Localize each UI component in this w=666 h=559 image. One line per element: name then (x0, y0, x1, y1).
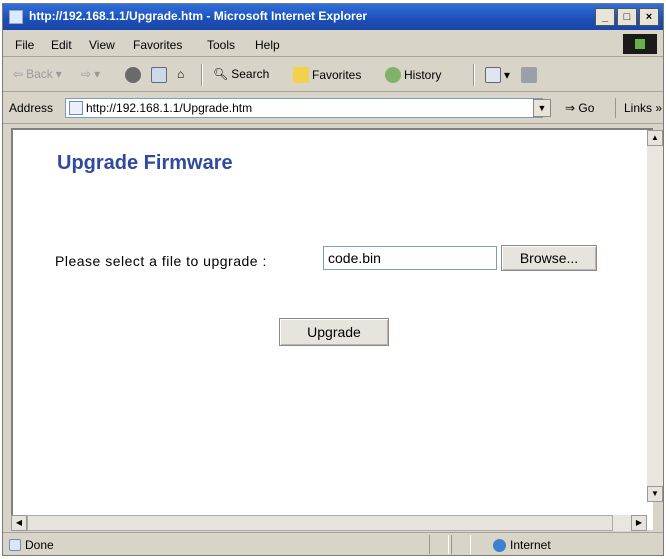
status-panel (429, 535, 449, 554)
home-icon: ⌂ (177, 67, 185, 81)
page-title: Upgrade Firmware (57, 152, 233, 174)
refresh-button[interactable] (151, 67, 167, 83)
forward-button[interactable]: ⇨ ▾ (81, 67, 100, 81)
internet-globe-icon (493, 538, 506, 552)
status-text: Done (25, 538, 54, 552)
search-icon: 🔍︎ (213, 67, 229, 81)
menu-tools[interactable]: Tools (207, 38, 235, 52)
stop-icon (125, 67, 141, 83)
title-bar[interactable]: http://192.168.1.1/Upgrade.htm - Microso… (3, 4, 663, 30)
favorites-button[interactable]: Favorites (293, 67, 361, 83)
menu-help[interactable]: Help (255, 38, 280, 52)
scroll-down-button[interactable]: ▼ (647, 486, 663, 502)
address-label: Address (9, 101, 54, 115)
back-button[interactable]: ⇦ Back ▾ (13, 67, 62, 81)
file-path-input[interactable] (323, 246, 497, 270)
history-icon (385, 67, 401, 83)
toolbar-separator (201, 64, 203, 86)
mail-icon (485, 67, 501, 83)
stop-button[interactable] (125, 67, 141, 83)
page-icon (69, 101, 83, 115)
status-message: Done (9, 538, 54, 552)
menu-file[interactable]: File (15, 38, 34, 52)
search-label: Search (231, 67, 270, 81)
address-dropdown-button[interactable]: ▼ (533, 99, 551, 117)
forward-arrow-icon: ⇨ (81, 67, 92, 81)
back-arrow-icon: ⇦ (13, 67, 24, 81)
page-done-icon (9, 539, 21, 551)
refresh-icon (151, 67, 167, 83)
search-button[interactable]: 🔍︎ Search (213, 67, 269, 81)
window-title: http://192.168.1.1/Upgrade.htm - Microso… (29, 9, 368, 23)
go-arrow-icon: ⇒ (565, 101, 576, 115)
print-button[interactable] (521, 67, 537, 83)
address-bar: Address http://192.168.1.1/Upgrade.htm ▼… (3, 93, 663, 124)
standard-toolbar: ⇦ Back ▾ ⇨ ▾ ⌂ 🔍︎ Search Favorites Histo… (3, 58, 663, 92)
history-button[interactable]: History (385, 67, 441, 83)
status-bar: Done Internet (3, 532, 663, 555)
horizontal-scroll-thumb[interactable] (27, 515, 613, 531)
minimize-button[interactable]: _ (595, 8, 615, 26)
maximize-button[interactable]: □ (617, 8, 637, 26)
scroll-left-button[interactable]: ◀ (11, 515, 27, 531)
back-label: Back (26, 67, 53, 81)
history-label: History (404, 68, 442, 82)
horizontal-scrollbar[interactable]: ◀ ▶ (11, 515, 647, 531)
page-viewport: Upgrade Firmware Please select a file to… (11, 128, 653, 530)
menu-favorites[interactable]: Favorites (133, 38, 182, 52)
scroll-up-button[interactable]: ▲ (647, 130, 663, 146)
chevron-down-icon: ▾ (504, 68, 511, 82)
security-zone: Internet (493, 538, 551, 552)
chevron-down-icon: ▾ (94, 67, 101, 81)
browse-button[interactable]: Browse... (501, 245, 597, 271)
go-label: Go (578, 101, 595, 115)
chevron-down-icon: ▾ (55, 67, 62, 81)
menu-bar: File Edit View Favorites Tools Help (3, 31, 663, 57)
windows-logo-icon (623, 34, 657, 54)
browser-window: http://192.168.1.1/Upgrade.htm - Microso… (2, 3, 664, 556)
ie-page-icon (9, 10, 23, 24)
upgrade-button[interactable]: Upgrade (279, 318, 389, 346)
favorites-icon (293, 67, 309, 83)
close-button[interactable]: × (639, 8, 659, 26)
file-select-label: Please select a file to upgrade : (55, 253, 267, 269)
zone-label: Internet (510, 538, 551, 552)
scroll-right-button[interactable]: ▶ (631, 515, 647, 531)
print-icon (521, 67, 537, 83)
mail-button[interactable]: ▾ (485, 67, 510, 83)
go-button[interactable]: ⇒ Go (565, 101, 594, 115)
window-controls: _ □ × (595, 8, 659, 26)
vertical-scrollbar[interactable]: ▲ ▼ (647, 130, 663, 502)
status-panel (451, 535, 471, 554)
home-button[interactable]: ⌂ (177, 67, 184, 81)
menu-edit[interactable]: Edit (51, 38, 72, 52)
toolbar-separator (473, 64, 475, 86)
menu-view[interactable]: View (89, 38, 115, 52)
address-input[interactable]: http://192.168.1.1/Upgrade.htm (65, 98, 543, 118)
address-url: http://192.168.1.1/Upgrade.htm (86, 101, 253, 115)
favorites-label: Favorites (312, 68, 362, 82)
links-button[interactable]: Links » (615, 98, 662, 118)
